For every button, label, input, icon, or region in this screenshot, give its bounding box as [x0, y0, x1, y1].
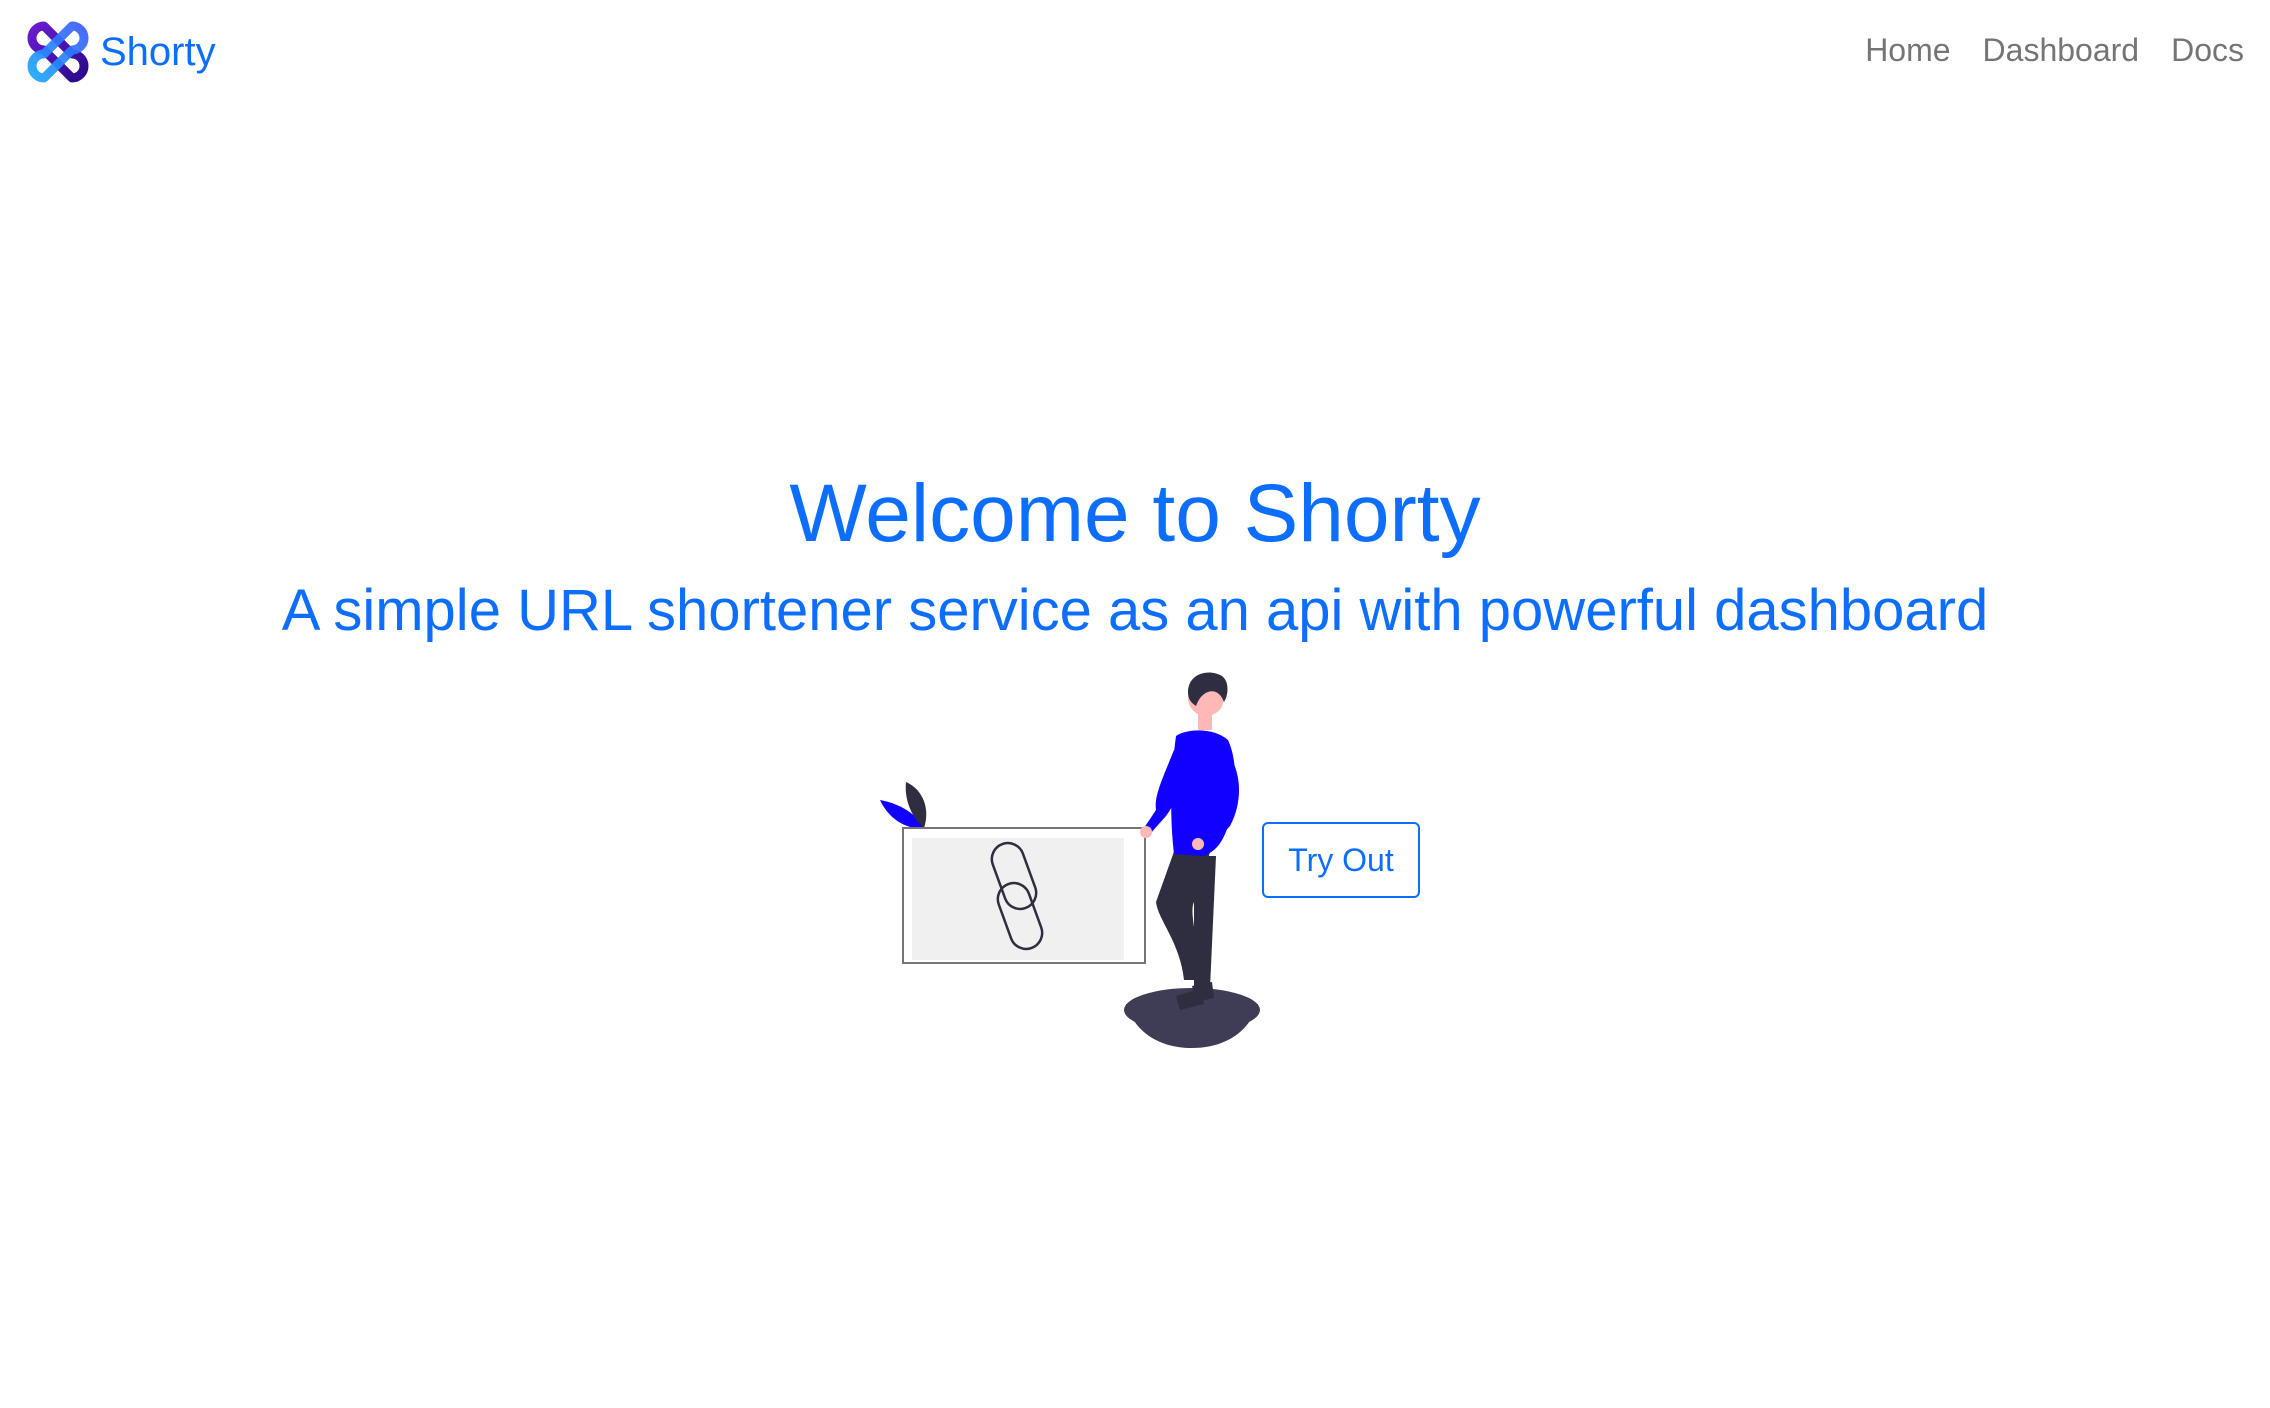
page: Shorty Home Dashboard Docs Welcome to Sh… — [0, 0, 2270, 1408]
nav-link-dashboard[interactable]: Dashboard — [1983, 28, 2140, 72]
hero-title: Welcome to Shorty — [789, 468, 1481, 559]
person-figure — [1140, 672, 1240, 1010]
try-out-button[interactable]: Try Out — [1262, 822, 1420, 898]
leaf-decoration — [880, 782, 927, 829]
brand-link[interactable]: Shorty — [26, 18, 216, 86]
link-card — [902, 827, 1146, 964]
hero-subtitle: A simple URL shortener service as an api… — [281, 578, 1989, 643]
navbar: Shorty Home Dashboard Docs — [0, 0, 2270, 104]
nav-links: Home Dashboard Docs — [1865, 28, 2244, 72]
nav-link-docs[interactable]: Docs — [2171, 28, 2244, 72]
nav-link-home[interactable]: Home — [1865, 28, 1950, 72]
shorty-logo-icon — [27, 21, 89, 83]
brand-name: Shorty — [100, 30, 216, 74]
person-with-link-card-illustration — [880, 672, 1260, 1048]
